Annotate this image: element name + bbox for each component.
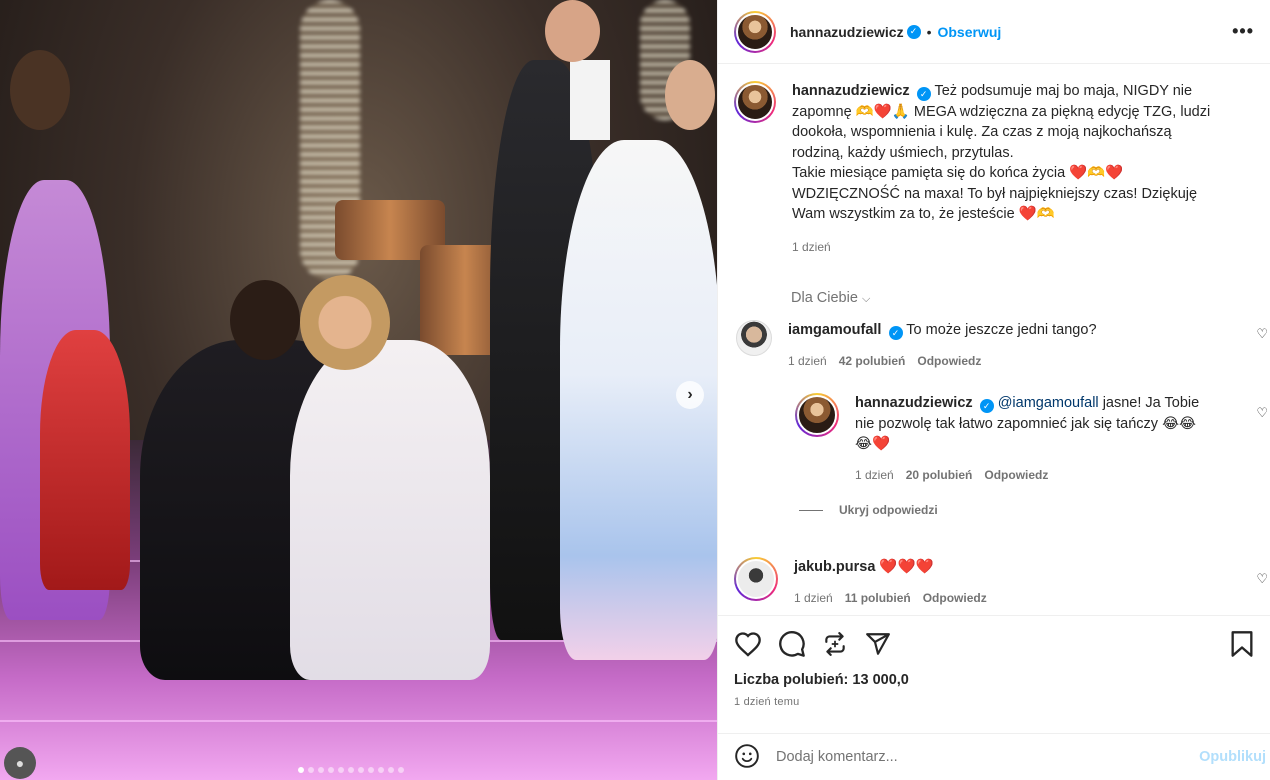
reply-text: jasne! Ja Tobie xyxy=(1098,395,1200,411)
carousel-dot xyxy=(368,767,374,773)
dancer-red-dress xyxy=(40,330,130,590)
reply-text: 😂❤️ xyxy=(855,436,890,452)
carousel-dot xyxy=(348,767,354,773)
emoji-picker-icon[interactable] xyxy=(734,743,760,772)
like-heart-icon[interactable] xyxy=(734,631,762,660)
save-bookmark-icon[interactable] xyxy=(1230,630,1254,661)
caption-time[interactable]: 1 dzień xyxy=(792,237,1232,258)
instagram-post-view: › ● hannazudziewicz ✓ • Obserwuj ••• han… xyxy=(0,0,1270,780)
author-avatar[interactable] xyxy=(734,10,776,53)
caption-line: Wam wszystkim za to, że jesteście ❤️🫶 xyxy=(792,206,1055,222)
reply-likes[interactable]: 20 polubień xyxy=(906,465,973,486)
commenter-username[interactable]: iamgamoufall xyxy=(788,322,881,338)
author-username[interactable]: hannazudziewicz xyxy=(790,24,904,40)
reply-text: nie pozwolę tak łatwo zapomnieć jak się … xyxy=(855,415,1196,432)
hide-replies-button[interactable]: Ukryj odpowiedzi xyxy=(799,503,1270,517)
reply-item: hannazudziewicz ✓ @iamgamoufall jasne! J… xyxy=(718,393,1270,485)
carousel-dot xyxy=(378,767,384,773)
follow-button[interactable]: Obserwuj xyxy=(937,24,1001,40)
carousel-dot xyxy=(398,767,404,773)
comment-item: iamgamoufall ✓ To może jeszcze jedni tan… xyxy=(718,320,1270,371)
carousel-dot xyxy=(298,767,304,773)
comment-likes[interactable]: 42 polubień xyxy=(839,351,906,372)
carousel-dot xyxy=(318,767,324,773)
likes-count[interactable]: Liczba polubień: 13 000,0 xyxy=(734,672,1254,688)
reply-button[interactable]: Odpowiedz xyxy=(984,465,1048,486)
commenter-avatar[interactable] xyxy=(736,320,772,356)
reply-time[interactable]: 1 dzień xyxy=(855,465,894,486)
like-comment-heart-icon[interactable]: ♡ xyxy=(1256,571,1268,587)
publish-button[interactable]: Opublikuj xyxy=(1199,749,1266,765)
post-caption: hannazudziewicz ✓ Też podsumuje maj bo m… xyxy=(718,65,1270,257)
more-options-icon[interactable]: ••• xyxy=(1232,21,1254,42)
post-actions: Liczba polubień: 13 000,0 1 dzień temu xyxy=(718,615,1270,708)
caption-line: Takie miesiące pamięta się do końca życi… xyxy=(792,165,1124,181)
carousel-next-button[interactable]: › xyxy=(676,381,704,409)
comment-time[interactable]: 1 dzień xyxy=(788,351,827,372)
comments-scroll-area[interactable]: hannazudziewicz ✓ Też podsumuje maj bo m… xyxy=(718,65,1270,615)
carousel-dot xyxy=(388,767,394,773)
tagged-user-icon[interactable]: ● xyxy=(4,747,36,779)
carousel-dot xyxy=(328,767,334,773)
comment-text: ❤️❤️❤️ xyxy=(879,559,934,575)
comment-item: jakub.pursa ❤️❤️❤️ 1 dzień 11 polubień O… xyxy=(718,557,1270,608)
carousel-dot xyxy=(338,767,344,773)
caption-line: Też podsumuje maj bo maja, NIGDY nie xyxy=(934,83,1193,99)
verified-badge-icon: ✓ xyxy=(979,399,994,414)
post-header: hannazudziewicz ✓ • Obserwuj ••• xyxy=(718,0,1270,64)
verified-badge-icon: ✓ xyxy=(916,87,931,102)
share-paper-plane-icon[interactable] xyxy=(864,631,892,660)
caption-line: rodziną, każdy uśmiech, przytulas. xyxy=(792,144,1014,161)
caption-line: dookoła, wspomnienia i kulę. Za czas z m… xyxy=(792,124,1172,140)
like-comment-heart-icon[interactable]: ♡ xyxy=(1256,326,1268,342)
add-comment-bar: Dodaj komentarz... Opublikuj xyxy=(718,733,1270,780)
post-photo[interactable]: › ● xyxy=(0,0,717,780)
carousel-dots xyxy=(298,767,404,773)
carousel-dot xyxy=(308,767,314,773)
commenter-avatar[interactable] xyxy=(734,557,778,601)
add-comment-input[interactable]: Dodaj komentarz... xyxy=(776,749,898,765)
like-reply-heart-icon[interactable]: ♡ xyxy=(1256,405,1268,421)
replier-avatar[interactable] xyxy=(795,393,839,437)
caption-author-avatar[interactable] xyxy=(734,81,776,123)
caption-line: WDZIĘCZNOŚĆ na maxa! To był najpiękniejs… xyxy=(792,185,1198,202)
carousel-dot xyxy=(358,767,364,773)
caption-author-username[interactable]: hannazudziewicz xyxy=(792,83,910,99)
verified-badge-icon: ✓ xyxy=(888,326,903,341)
post-panel: hannazudziewicz ✓ • Obserwuj ••• hannazu… xyxy=(717,0,1270,780)
repost-icon[interactable] xyxy=(822,631,848,660)
replier-username[interactable]: hannazudziewicz xyxy=(855,395,973,411)
comment-time[interactable]: 1 dzień xyxy=(794,588,833,609)
commenter-username[interactable]: jakub.pursa xyxy=(794,559,875,575)
for-you-filter[interactable]: Dla Ciebie ⌵ xyxy=(791,290,1270,306)
chevron-down-icon: ⌵ xyxy=(861,293,871,305)
caption-line: zapomnę 🫶❤️🙏 MEGA wdzięczna za piękną ed… xyxy=(792,103,1211,120)
comment-text: To może jeszcze jedni tango? xyxy=(906,322,1097,338)
reply-button[interactable]: Odpowiedz xyxy=(923,588,987,609)
comment-bubble-icon[interactable] xyxy=(778,630,806,661)
mention-link[interactable]: @iamgamoufall xyxy=(998,395,1099,411)
reply-button[interactable]: Odpowiedz xyxy=(917,351,981,372)
verified-badge-icon: ✓ xyxy=(906,24,921,39)
dancer-white-dress xyxy=(290,340,490,680)
comment-likes[interactable]: 11 polubień xyxy=(845,588,911,609)
post-time[interactable]: 1 dzień temu xyxy=(734,696,1254,708)
